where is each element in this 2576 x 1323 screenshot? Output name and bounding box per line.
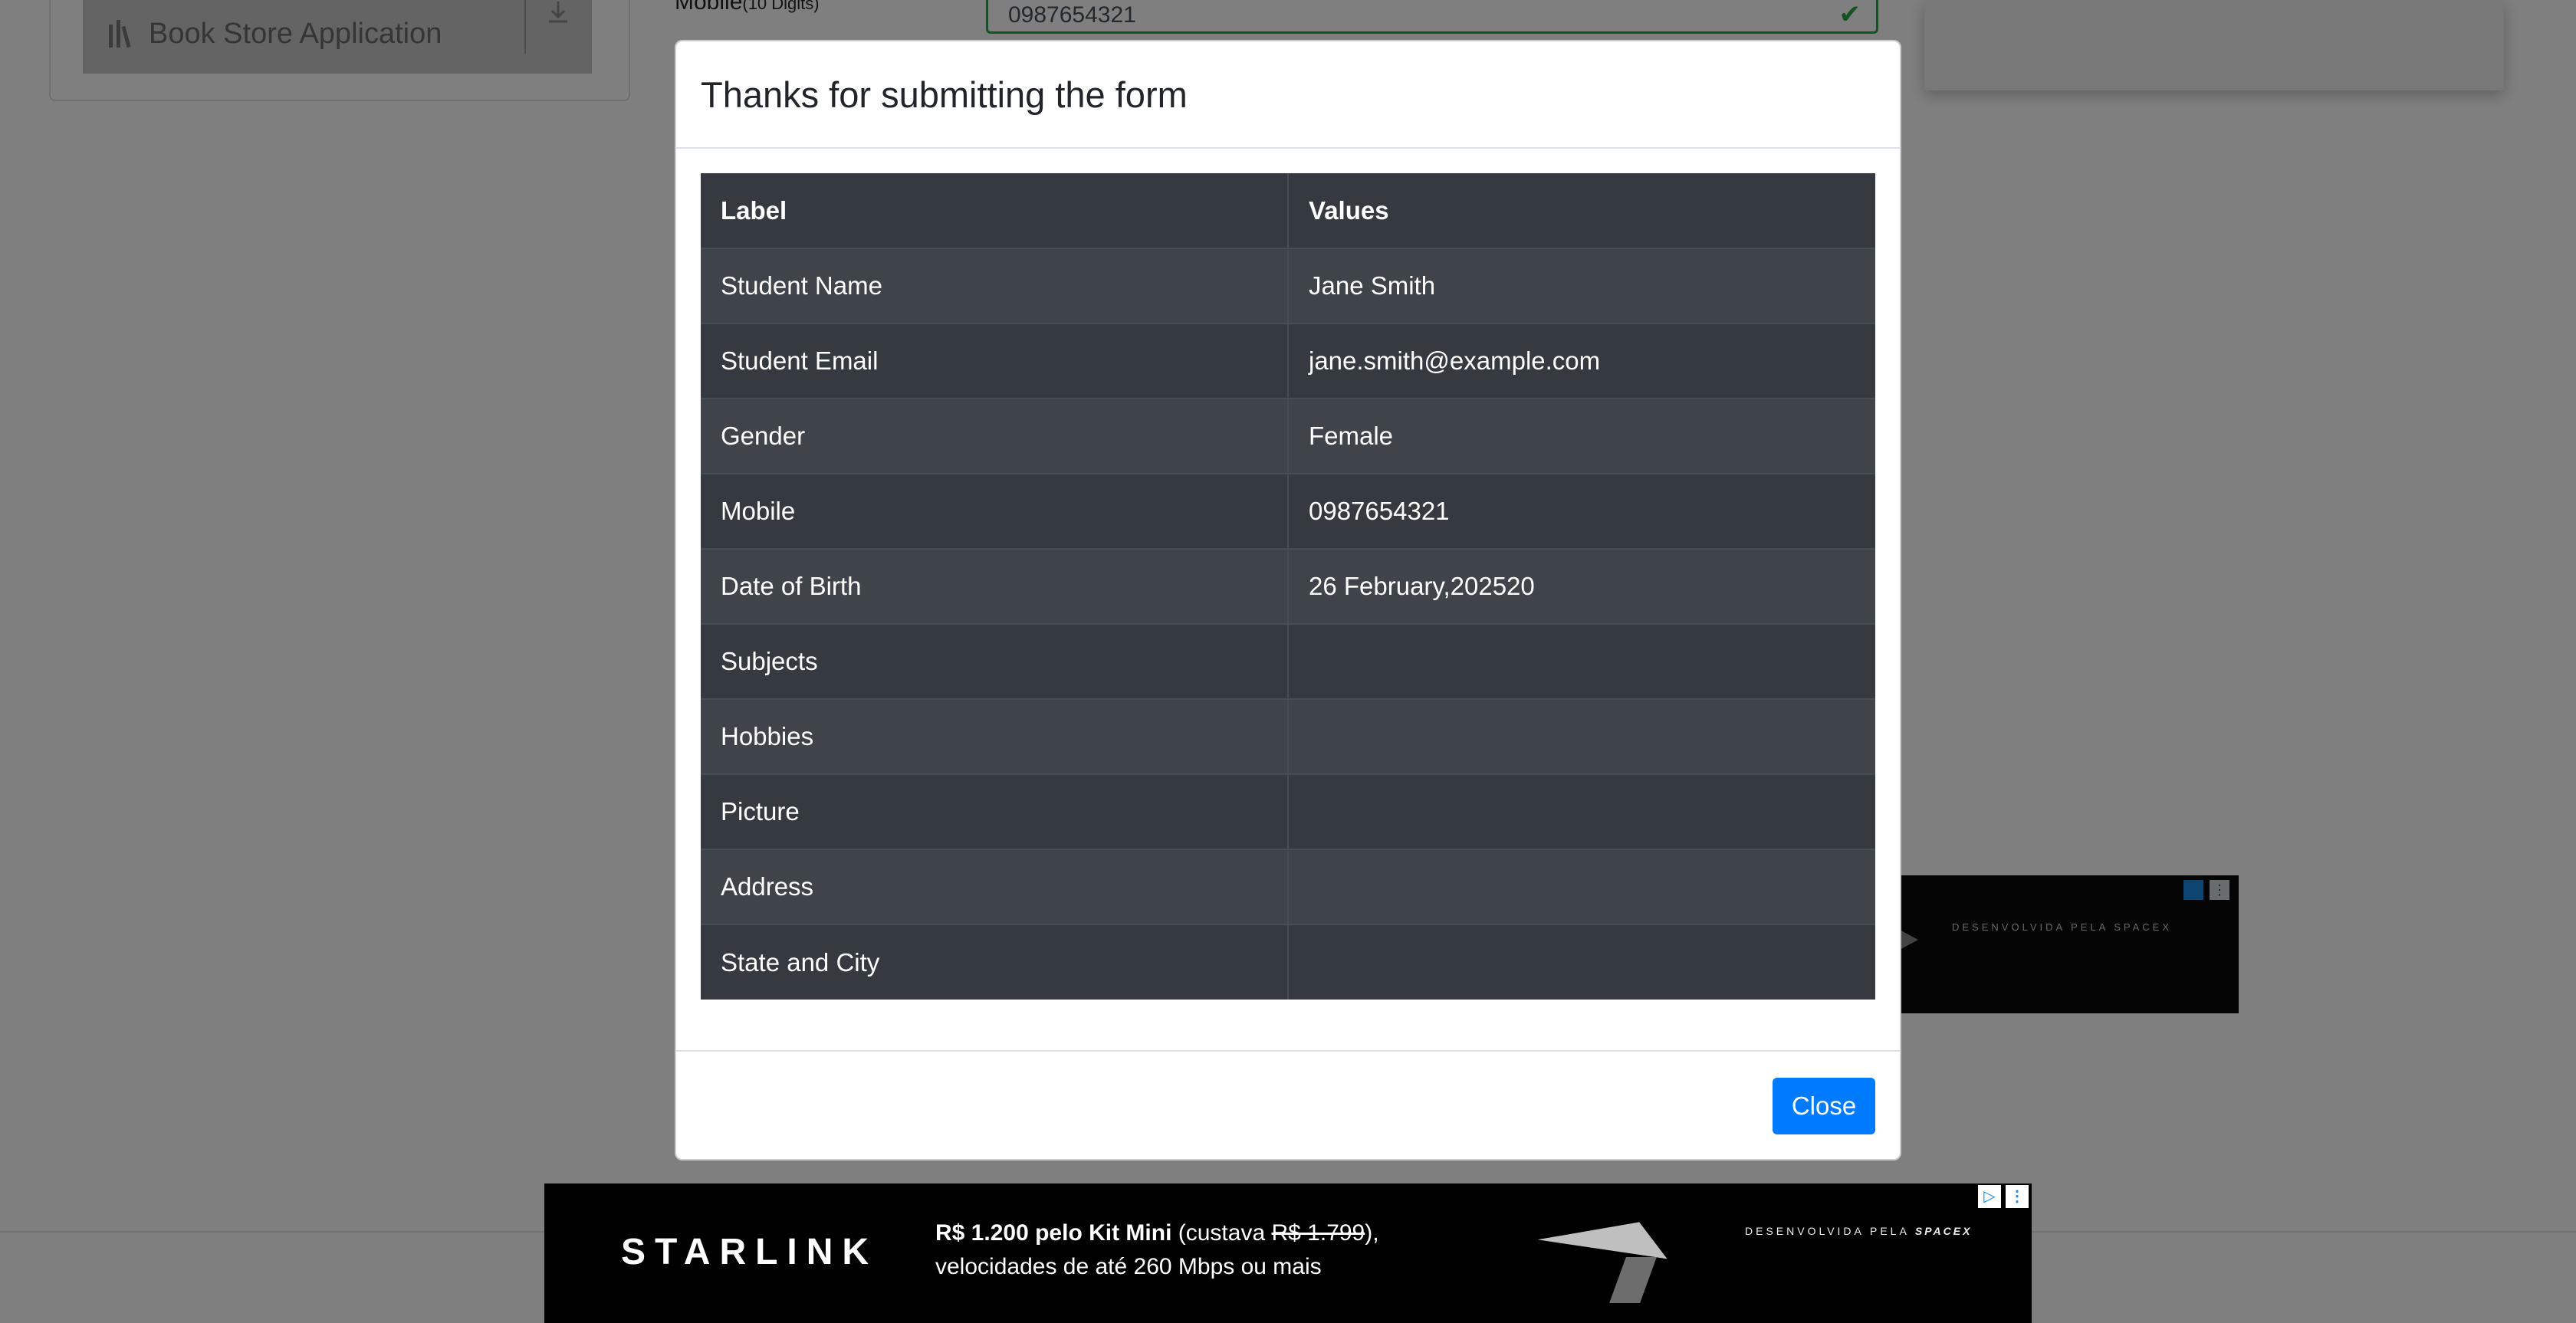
table-row: Student Email jane.smith@example.com [701, 323, 1875, 399]
row-value: 0987654321 [1288, 473, 1875, 549]
table-header-row: Label Values [701, 173, 1875, 248]
row-value: 26 February,202520 [1288, 548, 1875, 624]
starlink-logo: STARLINK [621, 1232, 879, 1272]
row-value [1288, 849, 1875, 924]
dish-image [1537, 1209, 1683, 1259]
close-button[interactable]: Close [1773, 1078, 1875, 1134]
submission-table: Label Values Student Name Jane Smith Stu… [701, 173, 1875, 1000]
table-row: Mobile 0987654321 [701, 473, 1875, 549]
row-value: Female [1288, 398, 1875, 474]
table-row: Hobbies [701, 698, 1875, 774]
ad-menu-icon[interactable]: ⋮ [2006, 1185, 2029, 1208]
row-label: Address [701, 849, 1289, 924]
row-label: Subjects [701, 623, 1289, 699]
ad-brand: DESENVOLVIDA PELA SPACEX [1745, 1225, 1973, 1237]
table-row: Date of Birth 26 February,202520 [701, 548, 1875, 624]
modal-title: Thanks for submitting the form [701, 74, 1188, 115]
table-row: Subjects [701, 623, 1875, 699]
dish-stand-image [1609, 1257, 1657, 1303]
modal-header: Thanks for submitting the form [676, 41, 1900, 149]
row-label: State and City [701, 924, 1289, 1000]
row-value: Jane Smith [1288, 248, 1875, 323]
table-row: Gender Female [701, 398, 1875, 474]
column-header-values: Values [1309, 195, 1389, 225]
ad-offer-line: R$ 1.200 pelo Kit Mini (custava R$ 1.799… [935, 1220, 1379, 1246]
ad-speed-line: velocidades de até 260 Mbps ou mais [935, 1254, 1322, 1279]
row-label: Hobbies [701, 698, 1289, 774]
row-value [1288, 924, 1875, 1000]
row-label: Student Name [701, 248, 1289, 323]
table-row: Address [701, 849, 1875, 924]
row-value [1288, 698, 1875, 774]
row-value: jane.smith@example.com [1288, 323, 1875, 399]
row-label: Gender [701, 398, 1289, 474]
column-header-label: Label [701, 173, 1289, 248]
row-value [1288, 623, 1875, 699]
row-label: Mobile [701, 473, 1289, 549]
table-row: Picture [701, 773, 1875, 849]
modal-footer: Close [676, 1050, 1900, 1159]
banner-ad[interactable]: STARLINK R$ 1.200 pelo Kit Mini (custava… [544, 1183, 2032, 1323]
submission-modal: Thanks for submitting the form Label Val… [675, 40, 1901, 1160]
table-row: State and City [701, 924, 1875, 1000]
row-label: Student Email [701, 323, 1289, 399]
row-label: Date of Birth [701, 548, 1289, 624]
table-row: Student Name Jane Smith [701, 248, 1875, 323]
row-value [1288, 773, 1875, 849]
row-label: Picture [701, 773, 1289, 849]
adchoices-icon[interactable]: ▷ [1978, 1185, 2001, 1208]
